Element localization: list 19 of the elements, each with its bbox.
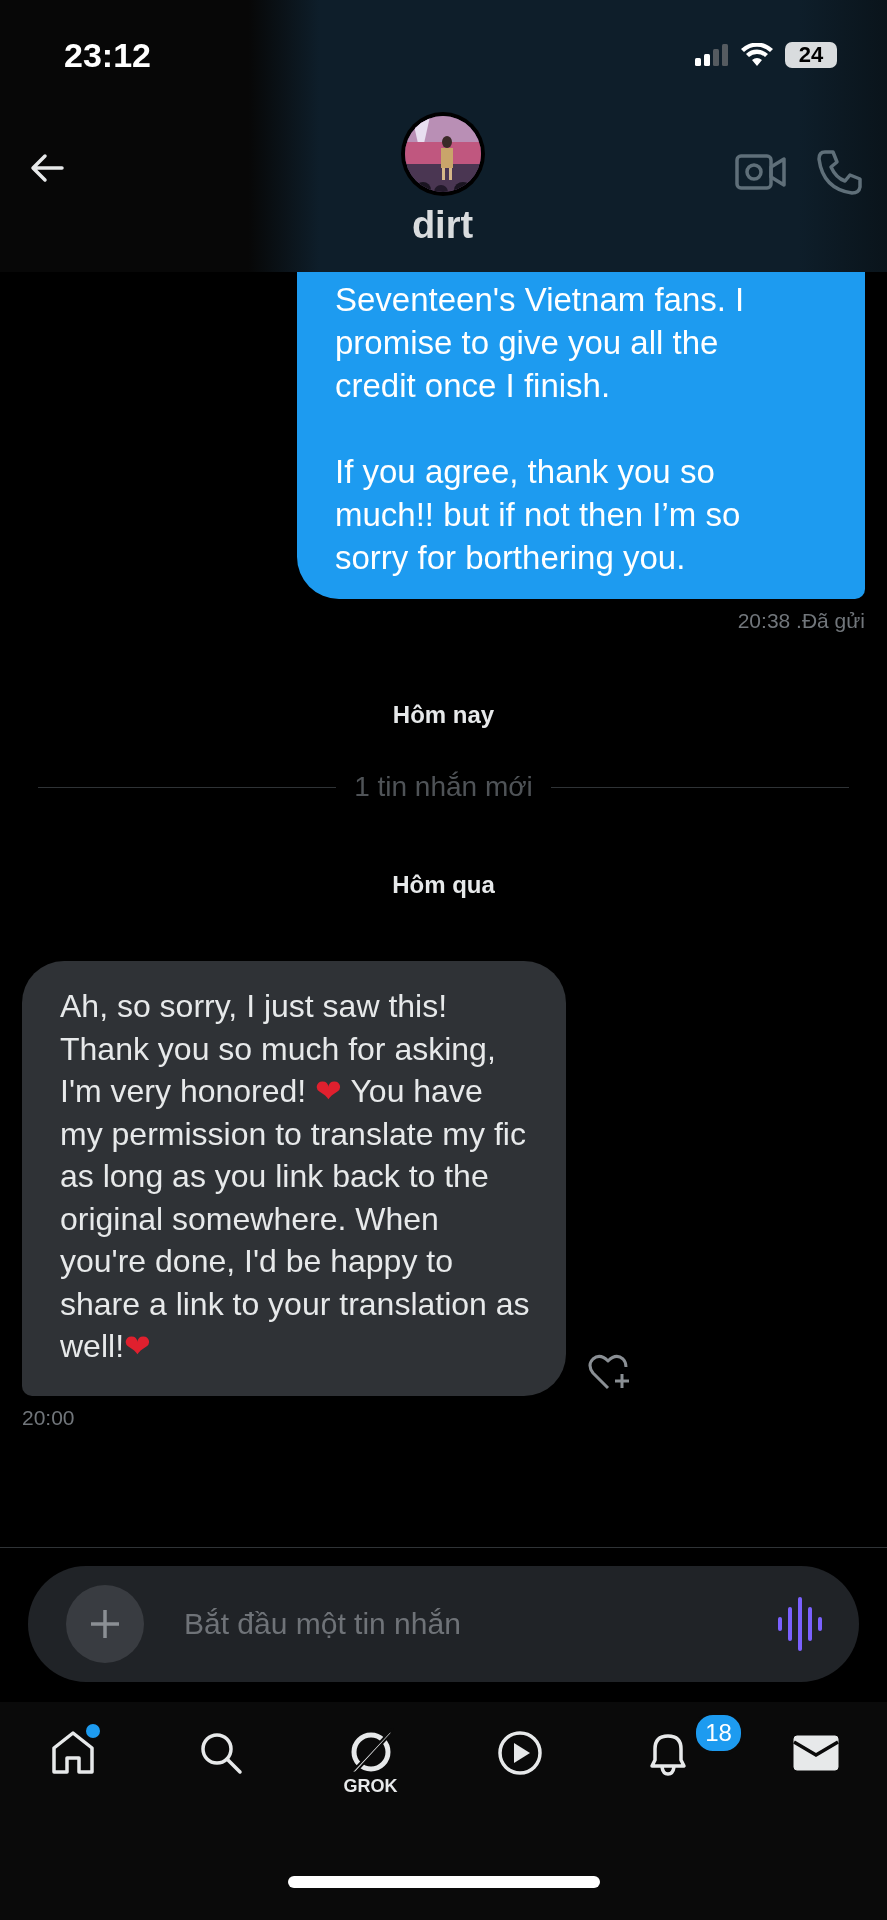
battery-indicator: 24 bbox=[785, 42, 837, 68]
message-text: Seventeen's Vietnam fans. I promise to give you all the credit once I finish. bbox=[335, 280, 746, 406]
date-label: Hôm nay bbox=[391, 701, 496, 729]
voice-wave-icon[interactable] bbox=[777, 1594, 823, 1654]
contact-name: dirt bbox=[411, 204, 474, 247]
clock: 23:12 bbox=[64, 35, 151, 75]
message-timestamp: 20:00 bbox=[22, 1405, 76, 1430]
message-text: Ah, so sorry, I just saw this! Thank you so much for asking, I'm very honored! ❤ You have my permission to translate my fic as long as you link back to the original somewhere. When you're done, I'd be happy to share a link to your translation as well!❤ bbox=[60, 987, 531, 1366]
phone-icon[interactable] bbox=[815, 148, 863, 196]
message-input[interactable]: Bắt đầu một tin nhắn bbox=[182, 1606, 777, 1642]
date-label: Hôm qua bbox=[391, 871, 496, 899]
wifi-icon bbox=[741, 43, 773, 67]
notification-badge: 18 bbox=[693, 1712, 744, 1754]
add-icon[interactable] bbox=[66, 1585, 144, 1663]
signal-icon bbox=[695, 44, 729, 66]
message-text: If you agree, thank you so much!! but if not then I’m so sorry for borthering you. bbox=[335, 452, 742, 578]
tab-label: GROK bbox=[343, 1776, 398, 1797]
new-message-divider: 1 tin nhắn mới bbox=[354, 771, 533, 803]
message-timestamp: 20:38 .Đã gửi bbox=[737, 609, 865, 633]
